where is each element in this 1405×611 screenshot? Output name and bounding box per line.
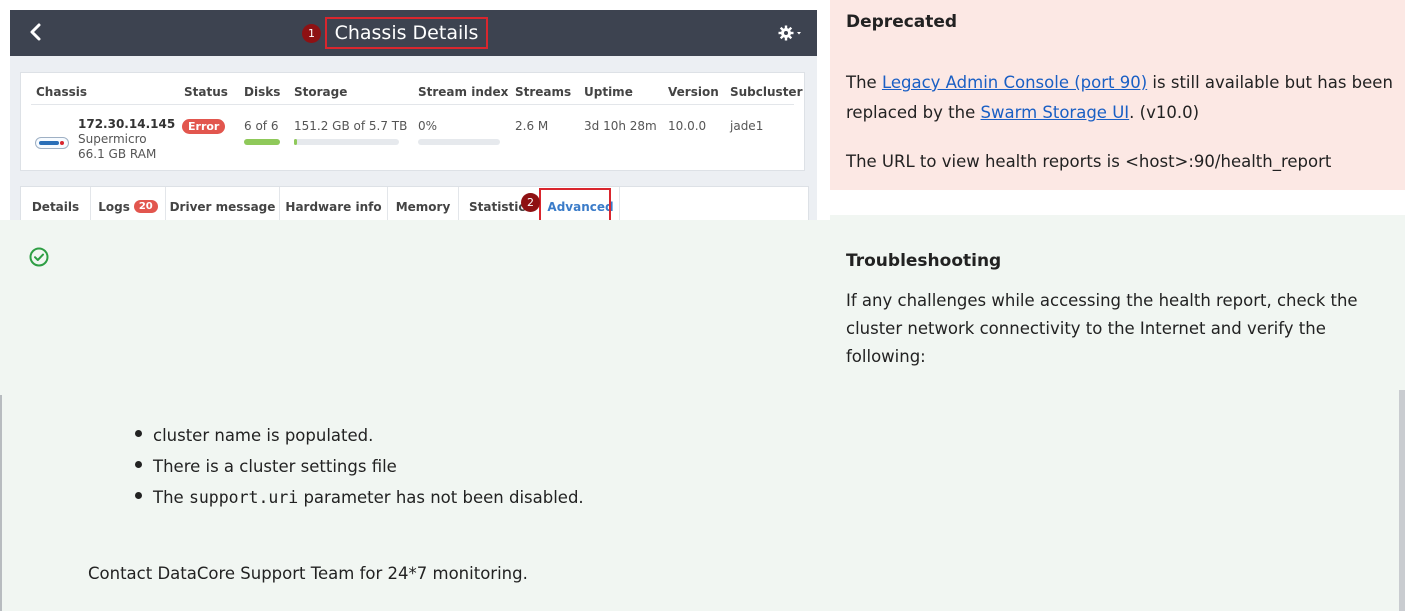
deprecated-note: Deprecated The Legacy Admin Console (por… bbox=[830, 0, 1405, 190]
chevron-left-icon[interactable] bbox=[24, 20, 48, 44]
tab-statistics-label: Statistic bbox=[469, 199, 526, 214]
tab-logs[interactable]: Logs 20 bbox=[91, 187, 166, 220]
settings-menu-button[interactable] bbox=[778, 24, 804, 42]
deprecated-body: The Legacy Admin Console (port 90) is st… bbox=[846, 68, 1396, 128]
chassis-ram: 66.1 GB RAM bbox=[78, 147, 157, 161]
check-circle-icon bbox=[28, 246, 50, 268]
tab-hardware-info-label: Hardware info bbox=[285, 199, 382, 214]
note-left-border bbox=[0, 395, 2, 611]
list-item: cluster name is populated. bbox=[135, 420, 584, 451]
tab-memory-label: Memory bbox=[395, 199, 451, 214]
screenshot-header: 1 Chassis Details bbox=[10, 10, 817, 56]
list-item-prefix: The bbox=[153, 488, 189, 507]
storage-bar-fill bbox=[294, 139, 297, 145]
legacy-admin-console-link[interactable]: Legacy Admin Console (port 90) bbox=[882, 73, 1147, 92]
column-header-uptime: Uptime bbox=[584, 85, 633, 99]
column-header-version: Version bbox=[668, 85, 719, 99]
list-item: The support.uri parameter has not been d… bbox=[135, 482, 584, 513]
status-badge: Error bbox=[182, 119, 226, 134]
list-item-suffix: parameter has not been disabled. bbox=[298, 488, 584, 507]
column-header-chassis: Chassis bbox=[36, 85, 87, 99]
uptime-value: 3d 10h 28m bbox=[584, 119, 657, 133]
advanced-tab-highlight bbox=[539, 188, 611, 220]
gear-icon bbox=[778, 25, 801, 41]
tab-logs-label: Logs bbox=[98, 199, 130, 214]
tab-details[interactable]: Details bbox=[21, 187, 91, 220]
streams-value: 2.6 M bbox=[515, 119, 549, 133]
tab-hardware-info[interactable]: Hardware info bbox=[280, 187, 388, 220]
deprecated-text-end: . (v10.0) bbox=[1129, 103, 1200, 122]
troubleshooting-body: If any challenges while accessing the he… bbox=[846, 291, 1358, 366]
health-report-url-note: The URL to view health reports is <host>… bbox=[846, 152, 1332, 171]
column-header-disks: Disks bbox=[244, 85, 281, 99]
column-header-storage: Storage bbox=[294, 85, 348, 99]
tab-memory[interactable]: Memory bbox=[388, 187, 459, 220]
disks-bar-fill bbox=[244, 139, 280, 145]
chassis-table: Chassis Status Disks Storage Stream inde… bbox=[20, 72, 805, 171]
deprecated-text-start: The bbox=[846, 73, 882, 92]
callout-marker-2: 2 bbox=[521, 193, 540, 212]
note-background-top bbox=[0, 220, 830, 390]
callout-marker-1: 1 bbox=[302, 24, 321, 43]
chassis-details-screenshot: 1 Chassis Details Chassis Status Disks S… bbox=[10, 10, 817, 220]
chassis-ip[interactable]: 172.30.14.145 bbox=[78, 117, 175, 131]
tab-driver-message-label: Driver message bbox=[169, 199, 276, 214]
logs-count-badge: 20 bbox=[133, 200, 158, 213]
column-header-streams: Streams bbox=[515, 85, 572, 99]
chassis-vendor: Supermicro bbox=[78, 132, 147, 146]
verification-checklist: cluster name is populated. There is a cl… bbox=[135, 420, 584, 513]
column-header-subcluster: Subcluster bbox=[730, 85, 803, 99]
storage-bar bbox=[294, 139, 399, 145]
stream-index-value: 0% bbox=[418, 119, 438, 133]
list-item: There is a cluster settings file bbox=[135, 451, 584, 482]
subcluster-value: jade1 bbox=[730, 119, 764, 133]
list-item-text: cluster name is populated. bbox=[153, 426, 374, 445]
column-header-stream-index: Stream index bbox=[418, 85, 509, 99]
stream-index-bar bbox=[418, 139, 500, 145]
supermicro-logo bbox=[35, 137, 69, 149]
troubleshooting-title: Troubleshooting bbox=[846, 251, 1002, 271]
disks-value: 6 of 6 bbox=[244, 119, 279, 133]
support-uri-code: support.uri bbox=[188, 488, 299, 507]
swarm-storage-ui-link[interactable]: Swarm Storage UI bbox=[981, 103, 1130, 122]
table-divider bbox=[31, 104, 794, 105]
contact-support-text: Contact DataCore Support Team for 24*7 m… bbox=[88, 564, 528, 583]
tab-driver-message[interactable]: Driver message bbox=[166, 187, 280, 220]
page-title: Chassis Details bbox=[325, 17, 488, 49]
chassis-tabs: Details Logs 20 Driver message Hardware i… bbox=[20, 186, 809, 220]
storage-value: 151.2 GB of 5.7 TB bbox=[294, 119, 408, 133]
list-item-text: There is a cluster settings file bbox=[153, 457, 397, 476]
version-value: 10.0.0 bbox=[668, 119, 707, 133]
deprecated-title: Deprecated bbox=[846, 12, 958, 32]
tab-details-label: Details bbox=[31, 199, 80, 214]
troubleshooting-callout: Troubleshooting If any challenges while … bbox=[830, 215, 1405, 390]
column-header-status: Status bbox=[184, 85, 228, 99]
disks-bar bbox=[244, 139, 280, 145]
